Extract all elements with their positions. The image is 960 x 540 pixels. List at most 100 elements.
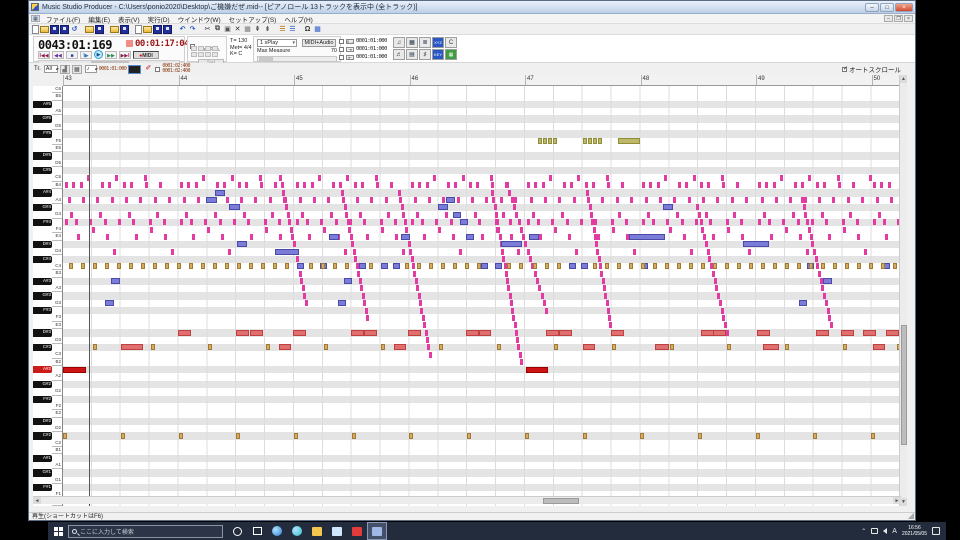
midi-audio-button[interactable]: MIDI+Audio [302, 39, 336, 47]
midi-note[interactable] [359, 263, 366, 270]
midi-note[interactable] [593, 233, 597, 240]
midi-note[interactable] [797, 263, 801, 270]
midi-note[interactable] [763, 211, 766, 218]
midi-note[interactable] [201, 263, 205, 270]
midi-note[interactable] [159, 182, 162, 189]
midi-note[interactable] [285, 263, 289, 270]
midi-note[interactable] [231, 174, 234, 181]
midi-note[interactable] [405, 263, 409, 270]
midi-note[interactable] [716, 197, 719, 204]
maximize-button[interactable]: □ [880, 2, 894, 12]
locator-row-checkbox[interactable] [339, 46, 344, 52]
midi-note[interactable] [123, 182, 126, 189]
midi-note[interactable] [264, 219, 267, 226]
midi-note[interactable] [843, 226, 846, 233]
midi-note[interactable] [506, 182, 509, 189]
midi-note[interactable] [583, 138, 587, 145]
midi-note[interactable] [338, 300, 346, 307]
midi-note[interactable] [387, 211, 390, 218]
piano-key-C6[interactable]: C6 [33, 86, 62, 94]
midi-note[interactable] [697, 211, 701, 218]
midi-note[interactable] [677, 263, 681, 270]
midi-note[interactable] [508, 189, 512, 196]
midi-note[interactable] [469, 182, 472, 189]
view-button-♯[interactable]: ♯ [419, 49, 431, 60]
piano-key-G#1[interactable]: G#1 [33, 469, 62, 477]
piano-key-A5[interactable]: A5 [33, 108, 62, 116]
resize-grip[interactable] [908, 513, 914, 519]
view-button-grn[interactable]: ▦ [445, 49, 457, 60]
piano-key-B5[interactable]: B5 [33, 93, 62, 101]
piano-key-G4[interactable]: G4 [33, 211, 62, 219]
midi-note[interactable] [704, 241, 708, 248]
midi-note[interactable] [598, 138, 602, 145]
piano-key-D4[interactable]: D4 [33, 248, 62, 256]
midi-note[interactable] [498, 233, 502, 240]
midi-note[interactable] [492, 197, 496, 204]
midi-note[interactable] [426, 182, 429, 189]
midi-note[interactable] [250, 329, 263, 336]
vertical-scrollbar[interactable]: ▲ ▼ [899, 75, 907, 506]
midi-note[interactable] [504, 270, 508, 277]
midi-note[interactable] [538, 138, 542, 145]
midi-note[interactable] [588, 138, 592, 145]
taskbar-icon-sphere[interactable] [267, 522, 287, 540]
midi-note[interactable] [213, 263, 217, 270]
midi-note[interactable] [345, 263, 349, 270]
midi-note[interactable] [192, 233, 195, 240]
midi-note[interactable] [508, 292, 512, 299]
midi-note[interactable] [381, 263, 388, 270]
midi-note[interactable] [452, 233, 455, 240]
piano-key-D2[interactable]: D2 [33, 425, 62, 433]
piano-key-G#5[interactable]: G#5 [33, 115, 62, 123]
midi-note[interactable] [408, 329, 421, 336]
midi-note[interactable] [507, 263, 511, 270]
midi-note[interactable] [306, 219, 309, 226]
transport-button[interactable]: ▶ [94, 50, 103, 59]
midi-note[interactable] [593, 263, 597, 270]
midi-note[interactable] [352, 248, 356, 255]
toolbar-icon-page[interactable] [32, 24, 39, 34]
midi-note[interactable] [501, 241, 522, 248]
midi-note[interactable] [297, 263, 304, 270]
midi-note[interactable] [403, 219, 407, 226]
piano-key-F5[interactable]: F5 [33, 138, 62, 145]
midi-note[interactable] [370, 197, 373, 204]
midi-note[interactable] [516, 337, 519, 344]
midi-note[interactable] [361, 292, 365, 299]
midi-note[interactable] [65, 182, 68, 189]
midi-note[interactable] [428, 197, 431, 204]
midi-note[interactable] [607, 182, 610, 189]
midi-note[interactable] [563, 182, 566, 189]
taskbar-icon-edge[interactable] [287, 522, 307, 540]
view-button-▤[interactable]: ▤ [406, 49, 418, 60]
midi-note[interactable] [226, 197, 229, 204]
midi-note[interactable] [629, 263, 633, 270]
midi-note[interactable] [400, 204, 404, 211]
midi-note[interactable] [417, 263, 421, 270]
midi-note[interactable] [611, 219, 614, 226]
midi-note[interactable] [594, 219, 597, 226]
midi-note[interactable] [612, 226, 615, 233]
locator-row-checkbox[interactable] [339, 54, 344, 60]
midi-note[interactable] [274, 182, 277, 189]
toolbar-icon-↺[interactable]: ↺ [70, 25, 79, 34]
midi-note[interactable] [758, 182, 761, 189]
midi-note[interactable] [208, 344, 212, 351]
midi-note[interactable] [206, 197, 217, 204]
transport-button[interactable]: ■ [66, 50, 78, 59]
midi-note[interactable] [745, 197, 748, 204]
midi-note[interactable] [361, 182, 364, 189]
midi-note[interactable] [806, 219, 810, 226]
midi-note[interactable] [481, 263, 488, 270]
midi-note[interactable] [785, 344, 789, 351]
midi-note[interactable] [720, 307, 724, 314]
midi-note[interactable] [538, 285, 542, 292]
midi-note[interactable] [390, 182, 393, 189]
midi-note[interactable] [265, 226, 268, 233]
midi-note[interactable] [725, 263, 729, 270]
midi-note[interactable] [509, 300, 513, 307]
piano-key-A3[interactable]: A3 [33, 285, 62, 293]
midi-note[interactable] [513, 322, 517, 329]
midi-note[interactable] [141, 263, 145, 270]
